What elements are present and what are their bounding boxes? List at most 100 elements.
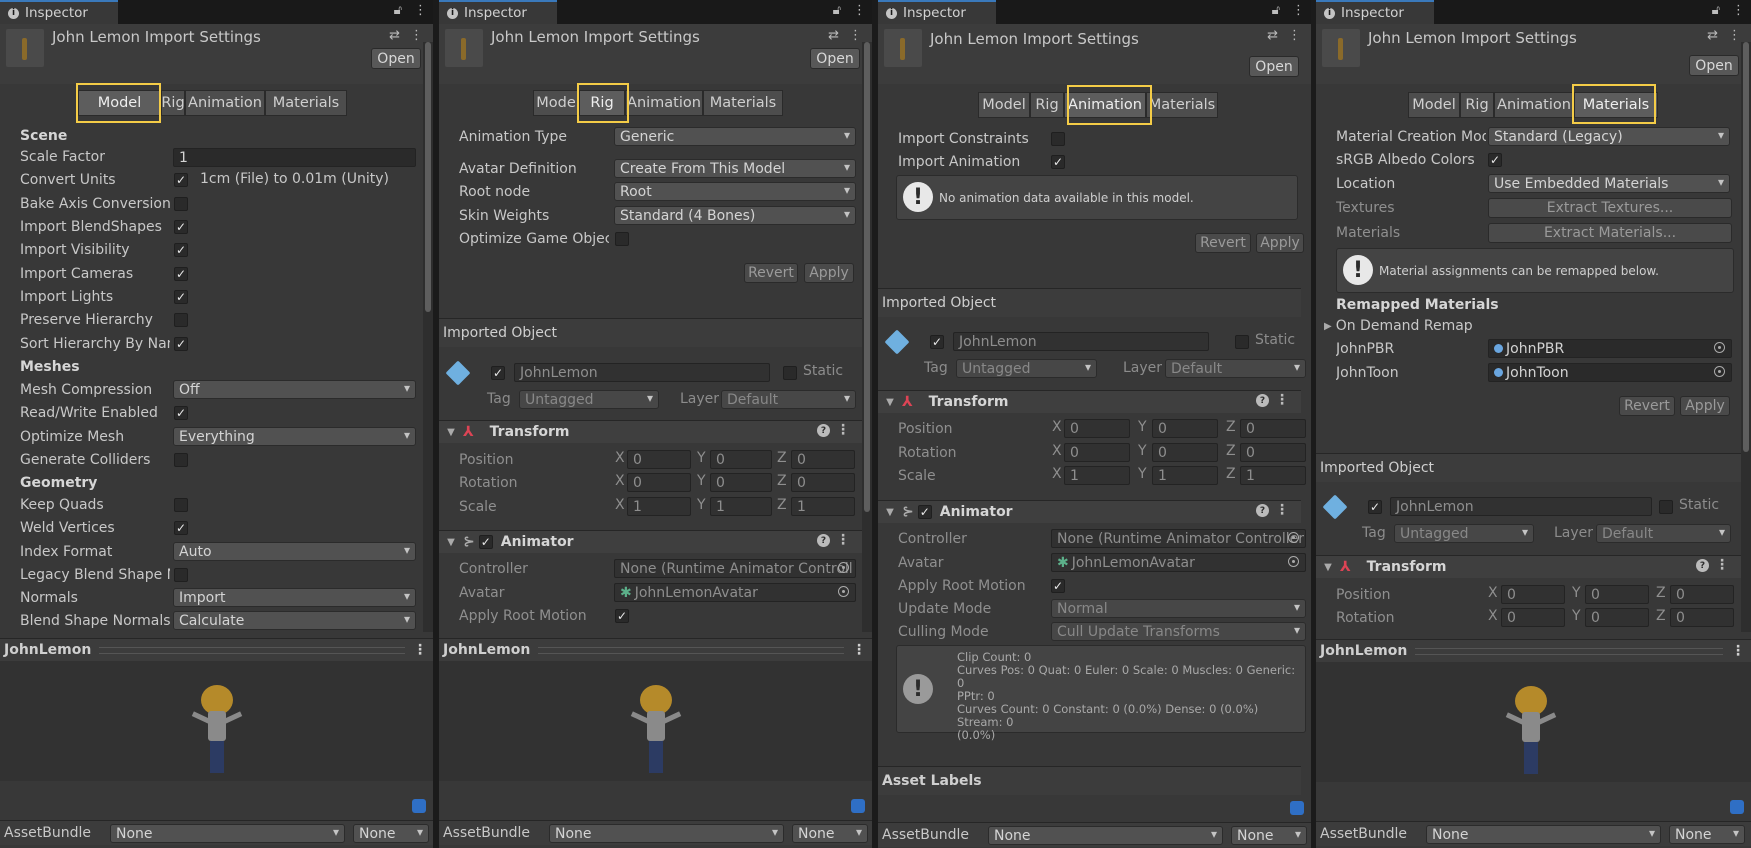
tab-model[interactable]: Model [1408, 92, 1460, 118]
assetbundle-dropdown[interactable]: None [1426, 825, 1661, 844]
animator-header[interactable]: ▼ ⊱ ✓ Animator? ⋮ [439, 530, 862, 553]
rotation-z[interactable]: 0 [791, 473, 855, 492]
optimize-go-checkbox[interactable] [615, 232, 629, 246]
import-animation-checkbox[interactable]: ✓ [1051, 155, 1065, 169]
static-label[interactable]: Static [1679, 497, 1719, 513]
kebab-icon[interactable]: ⋮ [414, 3, 427, 18]
position-x[interactable]: 0 [1501, 585, 1565, 604]
revert-button[interactable]: Revert [1195, 233, 1251, 253]
object-picker-icon[interactable] [1288, 556, 1299, 567]
root-node-dropdown[interactable]: Root [614, 182, 856, 201]
animation-type-dropdown[interactable]: Generic [614, 127, 856, 146]
controller-field[interactable]: None (Runtime Animator Controll [614, 559, 856, 578]
kebab-icon[interactable]: ⋮ [1731, 643, 1745, 659]
active-checkbox[interactable]: ✓ [930, 335, 944, 349]
kebab-icon[interactable]: ⋮ [1728, 28, 1741, 43]
preset-icon[interactable]: ⇄ [1267, 28, 1278, 43]
model-preview[interactable] [439, 661, 872, 781]
tab-materials[interactable]: Materials [1574, 92, 1658, 118]
layer-dropdown[interactable]: Default [1165, 359, 1306, 378]
help-icon[interactable]: ? [817, 534, 830, 547]
transform-header[interactable]: ▼ ⅄ Transform? ⋮ [439, 420, 862, 443]
inspector-tab[interactable]: i Inspector [1316, 0, 1434, 24]
animator-header[interactable]: ▼ ⊱ ✓ Animator? ⋮ [878, 500, 1301, 523]
apply-button[interactable]: Apply [804, 263, 854, 283]
kebab-icon[interactable]: ⋮ [836, 422, 850, 438]
position-z[interactable]: 0 [1670, 585, 1734, 604]
revert-button[interactable]: Revert [1619, 396, 1675, 416]
assetbundle-variant-dropdown[interactable]: None [353, 824, 429, 843]
scale-y[interactable]: 1 [1152, 466, 1218, 485]
inspector-tab[interactable]: i Inspector [0, 0, 118, 24]
kebab-icon[interactable]: ⋮ [1732, 3, 1745, 18]
import-visibility-checkbox[interactable]: ✓ [174, 243, 188, 257]
kebab-icon[interactable]: ⋮ [1275, 392, 1289, 408]
assetbundle-variant-dropdown[interactable]: None [1231, 826, 1307, 845]
tag-dropdown[interactable]: Untagged [519, 390, 659, 409]
position-y[interactable]: 0 [1585, 585, 1649, 604]
expand-arrow-icon[interactable]: ▼ [443, 427, 459, 438]
scale-x[interactable]: 1 [627, 497, 691, 516]
rotation-x[interactable]: 0 [1501, 608, 1565, 627]
position-y[interactable]: 0 [1152, 419, 1218, 438]
avatar-field[interactable]: ✱ JohnLemonAvatar [1051, 553, 1306, 572]
animator-enabled-checkbox[interactable]: ✓ [478, 535, 493, 549]
label-tag-icon[interactable] [1290, 801, 1304, 815]
apply-root-motion-checkbox[interactable]: ✓ [615, 609, 629, 623]
transform-header[interactable]: ▼ ⅄ Transform? ⋮ [878, 390, 1301, 413]
transform-header[interactable]: ▼ ⅄ Transform? ⋮ [1316, 555, 1741, 578]
import-constraints-checkbox[interactable] [1051, 132, 1065, 146]
kebab-icon[interactable]: ⋮ [410, 28, 423, 43]
kebab-icon[interactable]: ⋮ [413, 642, 427, 658]
kebab-icon[interactable]: ⋮ [852, 642, 866, 658]
convert-units-checkbox[interactable]: ✓ [174, 173, 188, 187]
lock-icon[interactable]: 🔓︎ [833, 3, 841, 18]
legacy-blend-checkbox[interactable] [174, 568, 188, 582]
scrollbar[interactable] [423, 42, 433, 632]
kebab-icon[interactable]: ⋮ [1715, 557, 1729, 573]
skin-weights-dropdown[interactable]: Standard (4 Bones) [614, 206, 856, 225]
scrollbar-thumb[interactable] [425, 42, 431, 312]
kebab-icon[interactable]: ⋮ [1292, 3, 1305, 18]
model-preview[interactable] [0, 661, 433, 781]
culling-mode-dropdown[interactable]: Cull Update Transforms [1051, 622, 1306, 641]
animator-enabled-checkbox[interactable]: ✓ [917, 505, 932, 519]
tab-rig[interactable]: Rig [161, 90, 185, 116]
apply-root-motion-checkbox[interactable]: ✓ [1051, 579, 1065, 593]
position-z[interactable]: 0 [1240, 419, 1306, 438]
object-picker-icon[interactable] [838, 586, 849, 597]
rotation-x[interactable]: 0 [1064, 443, 1130, 462]
open-button[interactable]: Open [371, 48, 421, 69]
rotation-y[interactable]: 0 [1152, 443, 1218, 462]
assetbundle-variant-dropdown[interactable]: None [1669, 825, 1745, 844]
kebab-icon[interactable]: ⋮ [836, 532, 850, 548]
blend-normals-dropdown[interactable]: Calculate [173, 611, 416, 630]
preset-icon[interactable]: ⇄ [828, 28, 839, 43]
tab-model[interactable]: Model [78, 90, 161, 116]
scrollbar-thumb[interactable] [1743, 42, 1749, 452]
index-format-dropdown[interactable]: Auto [173, 542, 416, 561]
apply-button[interactable]: Apply [1680, 396, 1730, 416]
static-checkbox[interactable] [1659, 500, 1673, 514]
object-name-input[interactable]: JohnLemon [1390, 497, 1652, 516]
label-tag-icon[interactable] [1730, 800, 1744, 814]
sort-hierarchy-checkbox[interactable]: ✓ [174, 337, 188, 351]
keep-quads-checkbox[interactable] [174, 498, 188, 512]
kebab-icon[interactable]: ⋮ [1275, 502, 1289, 518]
rotation-y[interactable]: 0 [1585, 608, 1649, 627]
static-checkbox[interactable] [783, 366, 797, 380]
model-preview[interactable] [1316, 662, 1751, 782]
expand-arrow-icon[interactable]: ▼ [882, 397, 898, 408]
active-checkbox[interactable]: ✓ [1368, 500, 1382, 514]
label-tag-icon[interactable] [851, 799, 865, 813]
help-icon[interactable]: ? [817, 424, 830, 437]
read-write-checkbox[interactable]: ✓ [174, 406, 188, 420]
kebab-icon[interactable]: ⋮ [849, 28, 862, 43]
lock-icon[interactable]: 🔓︎ [394, 3, 402, 18]
help-icon[interactable]: ? [1256, 504, 1269, 517]
extract-materials-button[interactable]: Extract Materials... [1488, 223, 1732, 243]
expand-arrow-icon[interactable]: ▼ [1320, 562, 1336, 573]
preset-icon[interactable]: ⇄ [389, 28, 400, 43]
position-x[interactable]: 0 [627, 450, 691, 469]
preserve-hierarchy-checkbox[interactable] [174, 313, 188, 327]
